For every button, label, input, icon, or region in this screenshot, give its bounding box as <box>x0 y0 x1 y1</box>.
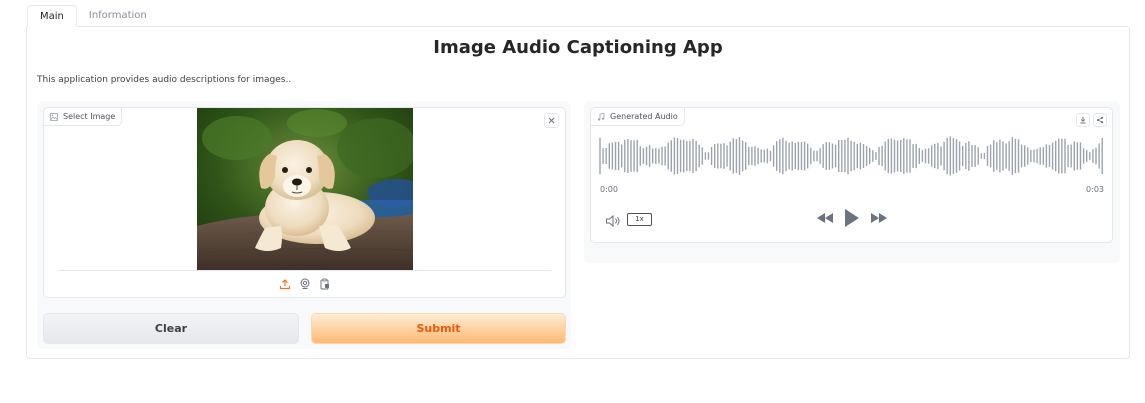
play-icon[interactable] <box>844 208 860 228</box>
upload-icon[interactable] <box>278 277 292 291</box>
tab-bar: Main Information <box>27 5 159 27</box>
clipboard-icon[interactable] <box>318 277 332 291</box>
page-title: Image Audio Captioning App <box>433 37 723 58</box>
clear-button[interactable]: Clear <box>43 313 299 344</box>
download-icon[interactable] <box>1076 113 1090 127</box>
image-icon <box>50 112 58 121</box>
main-panel: Image Audio Captioning App This applicat… <box>26 26 1130 359</box>
audio-output-label: Generated Audio <box>591 108 685 126</box>
audio-output: Generated Audio 0:00 0:03 1x <box>590 107 1113 243</box>
fast-forward-icon[interactable] <box>870 212 888 224</box>
tab-information[interactable]: Information <box>77 5 159 27</box>
input-column: Select Image Clear Submit <box>37 101 571 349</box>
volume-icon[interactable] <box>605 213 621 228</box>
music-note-icon <box>597 112 605 121</box>
image-divider <box>58 270 551 271</box>
image-input[interactable]: Select Image <box>43 107 566 298</box>
webcam-icon[interactable] <box>298 277 312 291</box>
rewind-icon[interactable] <box>816 212 834 224</box>
output-column: Generated Audio 0:00 0:03 1x <box>584 101 1120 263</box>
submit-button[interactable]: Submit <box>311 313 566 344</box>
image-input-label: Select Image <box>44 108 123 126</box>
share-icon[interactable] <box>1093 113 1107 127</box>
current-time: 0:00 <box>600 185 618 194</box>
audio-actions <box>1076 113 1107 127</box>
total-duration: 0:03 <box>1086 185 1104 194</box>
image-input-label-text: Select Image <box>63 112 116 121</box>
uploaded-image <box>197 108 413 270</box>
audio-waveform[interactable] <box>599 136 1105 176</box>
image-source-toolbar <box>44 277 565 291</box>
audio-output-label-text: Generated Audio <box>610 112 678 121</box>
playback-speed-button[interactable]: 1x <box>627 213 652 226</box>
tab-main[interactable]: Main <box>27 5 77 27</box>
playback-controls <box>816 208 888 228</box>
page-description: This application provides audio descript… <box>37 75 292 85</box>
close-icon[interactable] <box>544 113 559 128</box>
